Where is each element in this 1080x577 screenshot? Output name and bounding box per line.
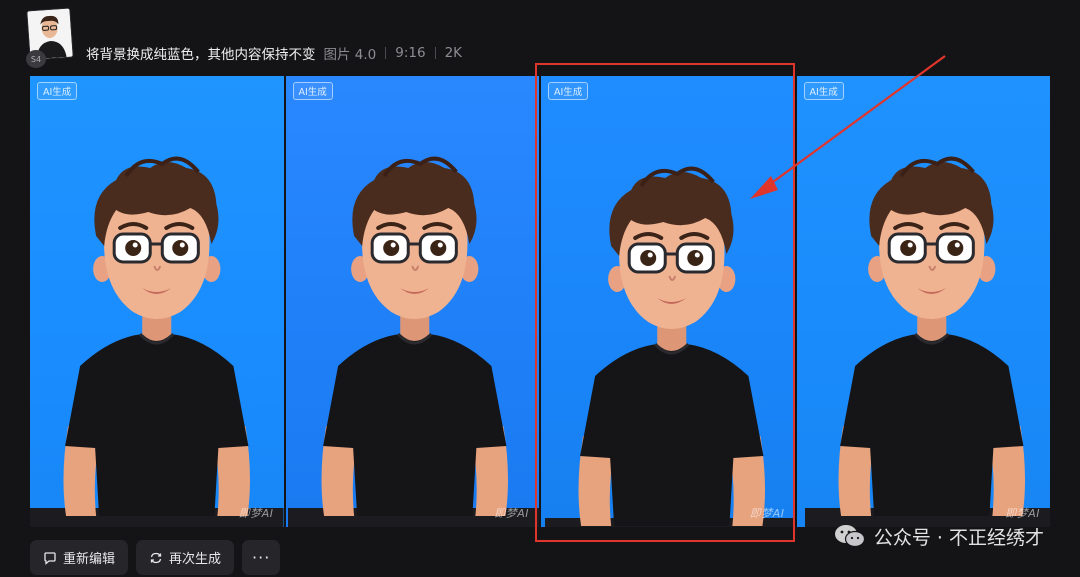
re-edit-label: 重新编辑 <box>63 552 116 567</box>
ratio-label: 9:16 <box>395 45 426 61</box>
prompt-text: 将背景换成纯蓝色，其他内容保持不变 <box>86 47 316 63</box>
ai-generated-badge: AI生成 <box>548 82 589 100</box>
image-watermark: 即梦AI <box>749 507 785 520</box>
more-icon: ··· <box>252 548 271 567</box>
model-label: 图片 4.0 <box>323 47 377 63</box>
wechat-icon <box>834 525 865 548</box>
avatar-badge: S4 <box>26 50 46 68</box>
meta-divider <box>385 47 387 59</box>
wechat-watermark: 公众号 · 不正经绣才 <box>834 518 1044 554</box>
ai-generated-badge: AI生成 <box>37 82 78 100</box>
regenerate-label: 再次生成 <box>169 552 222 567</box>
generated-image-2[interactable]: AI生成 即梦AI <box>285 76 539 527</box>
action-bar: 重新编辑 再次生成 ··· <box>30 540 281 575</box>
image-grid: AI生成 即梦AI AI生成 即梦AI AI生成 即梦AI AI生成 即梦AI <box>30 76 1050 527</box>
edit-icon <box>44 551 56 565</box>
generated-image-1[interactable]: AI生成 即梦AI <box>30 76 284 527</box>
ai-generated-badge: AI生成 <box>803 82 844 100</box>
refresh-icon <box>150 552 162 563</box>
generated-image-4[interactable]: AI生成 即梦AI <box>796 76 1050 527</box>
ai-generated-badge: AI生成 <box>292 82 333 100</box>
wechat-account-text: 公众号 · 不正经绣才 <box>873 526 1044 549</box>
image-watermark: 即梦AI <box>494 507 529 520</box>
character-illustration <box>804 156 1050 527</box>
regenerate-button[interactable]: 再次生成 <box>136 540 235 575</box>
user-avatar[interactable]: S4 <box>26 8 73 68</box>
generation-meta: 图片 4.0 9:16 2K <box>324 43 463 63</box>
more-options-button[interactable]: ··· <box>242 540 281 575</box>
re-edit-button[interactable]: 重新编辑 <box>30 540 129 575</box>
resolution-label: 2K <box>444 45 463 61</box>
character-illustration <box>545 166 795 527</box>
image-watermark: 即梦AI <box>238 507 274 520</box>
prompt-row: 将背景换成纯蓝色，其他内容保持不变 图片 4.0 9:16 2K <box>86 42 462 64</box>
generated-image-3[interactable]: AI生成 即梦AI <box>541 76 795 527</box>
character-illustration <box>287 156 539 527</box>
meta-divider <box>434 47 436 59</box>
character-illustration <box>30 156 284 527</box>
